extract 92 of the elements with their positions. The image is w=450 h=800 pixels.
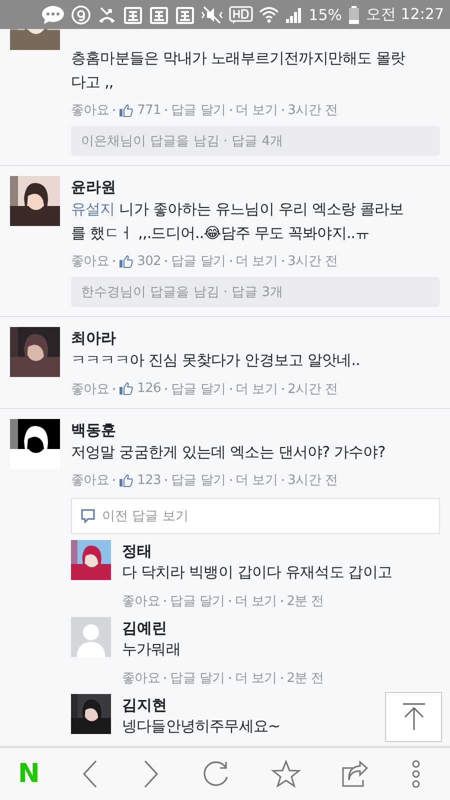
more-icon[interactable]	[410, 759, 422, 789]
more-link[interactable]: 더 보기	[234, 592, 277, 610]
separator-dot	[228, 677, 231, 679]
circle-letter-icon	[70, 4, 91, 24]
timestamp: 2분 전	[286, 670, 324, 687]
reply-link[interactable]: 답글 달기	[170, 592, 225, 610]
missed-call-icon	[96, 4, 117, 24]
separator-dot	[113, 388, 116, 390]
thumbs-up-icon	[119, 254, 134, 268]
separator-dot	[230, 479, 232, 481]
reply-summary[interactable]: 한수경님이 답글을 남김 · 답글 3개	[71, 277, 440, 307]
battery-icon	[348, 4, 360, 24]
separator-dot	[113, 479, 116, 481]
commenter-name[interactable]: 정태	[122, 540, 152, 562]
separator-dot	[282, 388, 284, 390]
like-link[interactable]: 좋아요	[71, 380, 110, 398]
reply-link[interactable]: 답글 달기	[171, 380, 226, 398]
mute-icon	[200, 4, 223, 24]
separator-dot	[230, 388, 232, 390]
reload-icon[interactable]	[202, 760, 230, 788]
like-link[interactable]: 좋아요	[71, 471, 110, 489]
commenter-name[interactable]: 최아라	[71, 327, 116, 349]
timestamp: 3시간 전	[288, 102, 338, 119]
comment-text: 저엉말 궁굼한게 있는데 엑소는 댄서야? 가수야?	[71, 442, 386, 462]
more-link[interactable]: 더 보기	[236, 252, 278, 270]
thumbs-up-icon	[119, 382, 134, 395]
more-link[interactable]: 더 보기	[236, 380, 278, 398]
reply-summary[interactable]: 이은채님이 답글을 남김 · 답글 4개	[71, 126, 440, 156]
separator-dot	[282, 260, 284, 262]
separator-dot	[280, 600, 283, 602]
separator-dot	[230, 260, 232, 262]
share-icon[interactable]	[341, 760, 370, 788]
like-count: 302	[137, 254, 162, 268]
separator-dot	[165, 109, 168, 111]
like-link[interactable]: 좋아요	[71, 252, 110, 270]
comment-text: 누가뭐래	[122, 639, 180, 660]
timestamp: 2시간 전	[288, 380, 338, 398]
separator-dot	[280, 677, 283, 679]
like-link[interactable]: 좋아요	[71, 101, 110, 119]
app-icon	[122, 4, 143, 24]
separator-dot	[165, 260, 168, 262]
comment-icon	[81, 509, 95, 523]
avatar-silhouette-icon	[71, 617, 111, 657]
separator-dot	[164, 600, 166, 602]
scroll-to-top-button[interactable]	[385, 692, 442, 742]
separator-dot	[228, 600, 231, 602]
naver-logo[interactable]: N	[18, 759, 40, 789]
chat-bubble-icon	[40, 4, 65, 24]
battery-percent: 15%	[308, 6, 342, 24]
separator-dot	[165, 479, 168, 481]
more-link[interactable]: 더 보기	[236, 101, 278, 119]
like-count: 126	[137, 381, 162, 396]
thumbs-up-icon	[119, 474, 134, 486]
hd-icon	[228, 4, 253, 24]
comment-text: 유설지 니가 좋아하는 유느님이 우리 엑소랑 콜라보를 했ㄷㅓ ,,.드디어..😂담주 무도 꼭봐야지..ㅠ	[71, 199, 405, 244]
commenter-name[interactable]: 김예린	[122, 617, 167, 639]
star-icon[interactable]	[270, 760, 301, 788]
wifi-icon	[258, 4, 279, 24]
commenter-name[interactable]: 백동훈	[71, 418, 116, 440]
app-icon	[174, 4, 195, 24]
comment-text: 다 닥치라 빅뱅이 갑이다 유재석도 갑이고	[122, 562, 392, 583]
timestamp: 2분 전	[286, 593, 324, 610]
arrow-up-icon	[400, 703, 426, 731]
reply-link[interactable]: 답글 달기	[170, 669, 225, 687]
like-link[interactable]: 좋아요	[122, 669, 160, 687]
timestamp: 3시간 전	[288, 253, 338, 270]
previous-replies-button[interactable]: 이전 답글 보기	[71, 498, 440, 534]
separator-dot	[164, 677, 166, 679]
commenter-name[interactable]: 김지현	[122, 694, 167, 716]
reply-link[interactable]: 답글 달기	[171, 252, 226, 270]
separator-dot	[282, 109, 284, 111]
more-link[interactable]: 더 보기	[234, 669, 277, 687]
separator-dot	[230, 109, 232, 111]
comment-text: 층홈마분들은 막내가 노래부르기전까지만해도 몰랏다고 ,,	[71, 48, 406, 92]
clock: 오전 12:27	[366, 5, 444, 24]
reply-link[interactable]: 답글 달기	[171, 101, 226, 119]
separator-dot	[165, 388, 168, 390]
reply-link[interactable]: 답글 달기	[171, 471, 226, 489]
app-icon	[148, 4, 169, 24]
thumbs-up-icon	[119, 104, 134, 116]
mention-link[interactable]: 유설지	[71, 200, 115, 218]
separator-dot	[282, 479, 284, 481]
more-link[interactable]: 더 보기	[236, 471, 278, 489]
comment-text: 넹다들안녕히주무세요~	[122, 716, 280, 737]
separator-dot	[113, 260, 116, 262]
like-count: 771	[137, 102, 162, 118]
like-link[interactable]: 좋아요	[122, 592, 160, 610]
like-count: 123	[137, 472, 162, 488]
timestamp: 3시간 전	[288, 472, 338, 489]
commenter-name[interactable]: 윤라원	[71, 176, 116, 198]
separator-dot	[113, 109, 116, 111]
comment-text: ㅋㅋㅋㅋ아 진심 못찾다가 안경보고 알앗네..	[71, 350, 360, 371]
